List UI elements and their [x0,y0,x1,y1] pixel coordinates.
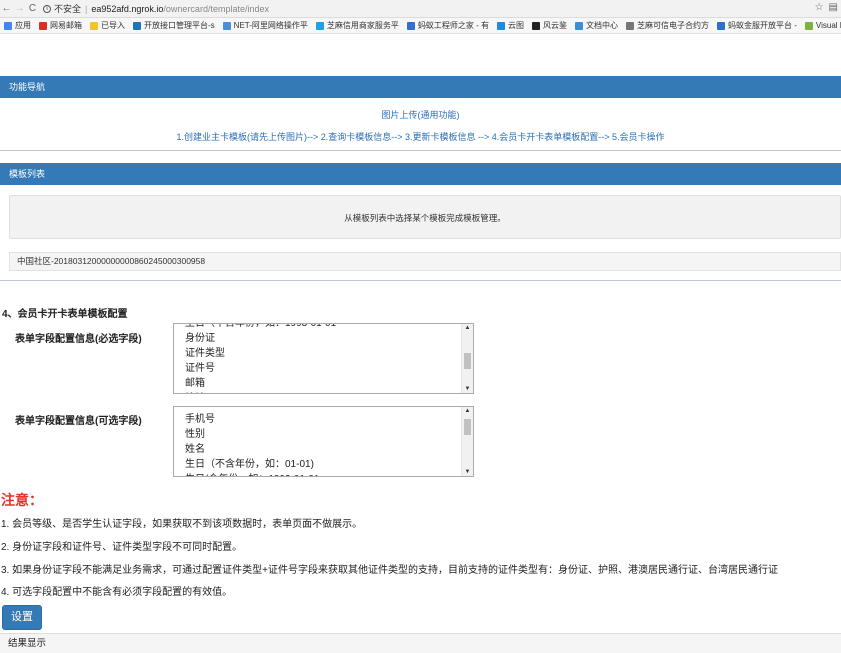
required-scrollbar[interactable]: ▲ ▼ [461,324,473,393]
select-option[interactable]: 姓名 [185,442,319,457]
select-option[interactable]: 邮箱 [185,376,336,391]
optional-fields-select[interactable]: 手机号性别姓名生日（不含年份，如：01-01)生日(含年份，如：1993-01-… [173,406,474,477]
bookmark-label: 应用 [15,21,31,30]
select-option[interactable]: 手机号 [185,412,319,427]
scroll-up-icon[interactable]: ▲ [462,325,473,331]
steps-link[interactable]: 1.创建业主卡模板(请先上传图片)--> 2.查询卡模板信息--> 3.更新卡模… [0,130,841,143]
notice-item: 4. 可选字段配置中不能含有必须字段配置的有效值。 [1,587,233,598]
bookmark-label: NET-阿里网络操作平 [233,21,308,30]
url-host: ea952afd.ngrok.io [91,3,164,14]
select-option[interactable]: 身份证 [185,331,336,346]
globe-icon [222,21,231,30]
bookmark-label: 芝麻信用商家服务平 [326,21,399,30]
folder-icon [90,21,98,30]
notice-item: 1. 会员等级、是否学生认证字段，如果获取不到该项数据时，表单页面不做展示。 [1,519,363,530]
required-fields-select[interactable]: 生日（不含年份，如：1993-01-01身份证证件类型证件号邮箱地址 ▲ ▼ [173,323,474,394]
bookmark-label: 开放接口管理平台-s [144,21,215,30]
scroll-up-icon[interactable]: ▲ [462,408,473,414]
url-path: /ownercard/template/index [163,3,269,14]
bookmark-item[interactable]: 开放接口管理平台-s [133,20,215,31]
bookmark-item[interactable]: Visual Paradigm [804,21,841,30]
bookmark-item[interactable]: 云图 [497,20,524,31]
url-field[interactable]: i 不安全 | ea952afd.ngrok.io/ownercard/temp… [43,2,269,15]
notice-item: 2. 身份证字段和证件号、证件类型字段不可同时配置。 [1,542,243,553]
forward-arrow-icon[interactable]: → [13,3,26,14]
bookmark-item[interactable]: 芝麻信用商家服务平 [315,20,399,31]
nav-panel-body [0,98,841,151]
apps-grid-icon [4,21,12,30]
bookmark-item[interactable]: NET-阿里网络操作平 [222,20,308,31]
bookmark-item[interactable]: 应用 [4,20,31,31]
zhima-icon [315,21,324,30]
scroll-thumb[interactable] [464,353,471,369]
bookmark-label: 云图 [508,21,525,30]
scroll-down-icon[interactable]: ▼ [462,469,473,475]
gmail-icon [39,21,47,30]
bookmark-item[interactable]: 蚂蚁工程师之家 - 有 [406,20,490,31]
form-config-title: 4、会员卡开卡表单模板配置 [2,309,128,320]
bookmark-label: 芝麻可信电子合约方 [637,21,710,30]
bookmark-label: 网易邮箱 [50,21,82,30]
star-icon[interactable]: ☆ [815,2,824,13]
select-option[interactable]: 证件类型 [185,346,336,361]
bookmark-label: 已导入 [101,21,125,30]
scroll-down-icon[interactable]: ▼ [462,386,473,392]
bookmarks-bar: 应用 网易邮箱 已导入 开放接口管理平台-s NET-阿里网络操作平 芝麻信用商家服务平 蚂… [0,18,841,34]
cloud-map-icon [497,21,506,30]
url-separator: | [85,3,88,14]
required-fields-label: 表单字段配置信息(必选字段) [15,334,142,345]
doc-center-icon [575,21,584,30]
bookmark-item[interactable]: 已导入 [90,20,125,31]
back-arrow-icon[interactable]: ← [0,3,13,14]
bookmark-item[interactable]: 网易邮箱 [39,20,82,31]
bookmark-item[interactable]: 风云鉴 [532,20,567,31]
template-list-item[interactable]: 中国社区-20180312000000000860245000300958 [9,252,841,271]
notice-item: 3. 如果身份证字段不能满足业务需求，可通过配置证件类型+证件号字段来获取其他证… [1,565,778,576]
set-button[interactable]: 设置 [2,605,42,630]
select-option[interactable]: 生日（不含年份，如：01-01) [185,457,319,472]
bookmark-item[interactable]: 文档中心 [575,20,618,31]
info-icon[interactable]: i [43,4,51,13]
bookmark-label: 文档中心 [586,21,619,30]
select-option[interactable]: 生日(含年份，如：1993-01-01 [185,472,319,476]
select-option[interactable]: 证件号 [185,361,336,376]
search-icon [626,21,635,30]
menu-icon[interactable]: ▤ [829,2,838,13]
nav-panel-header: 功能导航 [0,76,841,98]
optional-options: 手机号性别姓名生日（不含年份，如：01-01)生日(含年份，如：1993-01-… [185,412,319,476]
select-option[interactable]: 地址 [185,391,336,393]
template-hint: 从模板列表中选择某个模板完成模板管理。 [9,195,841,239]
optional-scrollbar[interactable]: ▲ ▼ [461,407,473,476]
security-label: 不安全 [54,4,82,14]
scroll-thumb[interactable] [464,419,471,435]
image-upload-link[interactable]: 图片上传(通用功能) [0,108,841,121]
antfin-icon [717,21,726,30]
bookmark-label: Visual Paradigm [815,21,841,30]
ant-engineer-icon [406,21,415,30]
bookmark-item[interactable]: 芝麻可信电子合约方 [626,20,709,31]
reload-icon[interactable]: C [26,3,39,14]
bookmark-label: 蚂蚁金服开放平台 - [728,21,797,30]
bookmark-label: 蚂蚁工程师之家 - 有 [417,21,490,30]
api-platform-icon [133,21,141,30]
bookmark-item[interactable]: 蚂蚁金服开放平台 - [717,20,797,31]
notice-title: 注意： [1,492,43,508]
required-options: 生日（不含年份，如：1993-01-01身份证证件类型证件号邮箱地址 [185,324,336,393]
addr-actions: ☆ ▤ [815,2,838,13]
fengyun-icon [532,21,541,30]
select-option[interactable]: 生日（不含年份，如：1993-01-01 [185,324,336,331]
select-option[interactable]: 性别 [185,427,319,442]
address-bar: ← → C i 不安全 | ea952afd.ngrok.io/ownercar… [0,0,841,18]
code-tag-icon [804,21,813,30]
optional-fields-label: 表单字段配置信息(可选字段) [15,416,142,427]
bookmark-label: 风云鉴 [543,21,568,30]
template-panel-header: 模板列表 [0,163,841,185]
result-display: 结果显示 [0,633,841,653]
